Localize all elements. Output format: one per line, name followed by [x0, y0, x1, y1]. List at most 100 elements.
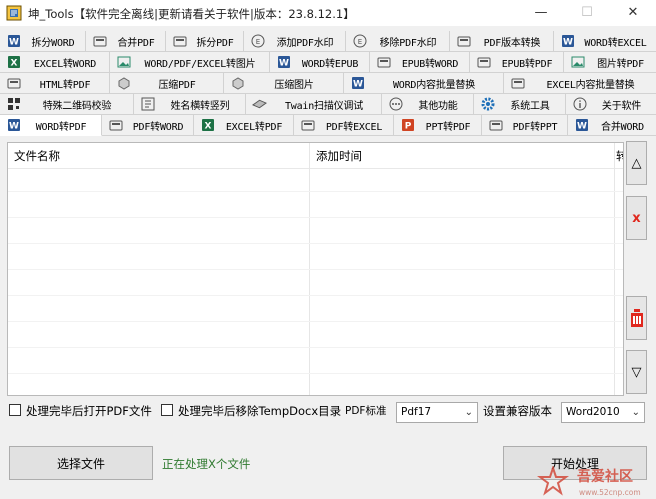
title-bar: 坤_Tools【软件完全离线|更新请看关于软件|版本：23.8.12.1】 — …	[0, 0, 656, 26]
tab-label: EPUB转WORD	[401, 58, 459, 70]
move-down-button[interactable]: ▽	[626, 350, 647, 394]
tab-label: 拆分WORD	[31, 37, 75, 49]
move-up-button[interactable]: △	[626, 141, 647, 185]
pdf-icon	[300, 118, 315, 133]
chevron-down-icon: ⌄	[631, 407, 640, 418]
tab-qrcode-verify[interactable]: 特殊二维码校验	[0, 94, 134, 115]
tab-excel-to-word[interactable]: X EXCEL转WORD	[0, 52, 110, 73]
svg-text:W: W	[279, 59, 289, 69]
pdf-icon	[488, 118, 503, 133]
tab-word-batch-replace[interactable]: W WORD内容批量替换	[344, 73, 504, 94]
tab-to-image[interactable]: WORD/PDF/EXCEL转图片	[110, 52, 270, 73]
tab-split-word[interactable]: W 拆分WORD	[0, 31, 86, 52]
remove-button[interactable]: x	[626, 196, 647, 240]
tab-pdf-to-ppt[interactable]: PDF转PPT	[482, 115, 568, 136]
svg-text:P: P	[404, 122, 411, 132]
tab-word-to-pdf[interactable]: W WORD转PDF	[0, 115, 102, 136]
column-header-status[interactable]: 转	[614, 143, 623, 169]
svg-text:W: W	[353, 80, 363, 90]
tab-split-pdf[interactable]: 拆分PDF	[166, 31, 244, 52]
tab-epub-to-word[interactable]: EPUB转WORD	[370, 52, 470, 73]
tab-label: 其他功能	[418, 100, 458, 112]
word-icon: W	[350, 76, 365, 91]
tab-compress-pdf[interactable]: 压缩PDF	[110, 73, 224, 94]
maximize-button[interactable]: ☐	[564, 0, 610, 26]
tab-about[interactable]: 关于软件	[566, 94, 656, 115]
column-header-added-time[interactable]: 添加时间	[310, 143, 614, 169]
tab-label: 压缩图片	[274, 79, 314, 91]
tab-word-to-epub[interactable]: W WORD转EPUB	[270, 52, 370, 73]
tab-pdf-to-word[interactable]: PDF转WORD	[102, 115, 194, 136]
tab-add-pdf-watermark[interactable]: E 添加PDF水印	[244, 31, 346, 52]
info-icon	[572, 97, 587, 112]
pdf-icon	[510, 76, 525, 91]
tab-label: PPT转PDF	[425, 121, 471, 133]
svg-text:X: X	[204, 122, 211, 132]
compress-icon	[116, 76, 131, 91]
tab-label: 合并PDF	[117, 37, 155, 49]
chevron-down-icon: ⌄	[464, 407, 473, 418]
close-button[interactable]: ✕	[610, 0, 656, 26]
tab-label: Twain扫描仪调试	[284, 100, 364, 112]
watermark-url: www.52cnp.com	[579, 488, 641, 497]
pdf-icon	[376, 55, 391, 70]
pdf-standard-select[interactable]: Pdf17 ⌄	[396, 402, 478, 423]
minimize-button[interactable]: —	[518, 0, 564, 26]
column-header-filename[interactable]: 文件名称	[8, 143, 310, 169]
word-icon: W	[574, 118, 589, 133]
clear-list-button[interactable]	[626, 296, 647, 340]
file-list[interactable]: 文件名称 添加时间 转	[7, 142, 624, 396]
compat-version-select[interactable]: Word2010 ⌄	[561, 402, 645, 423]
compat-version-label: 设置兼容版本	[483, 404, 552, 418]
pdf-icon	[476, 55, 491, 70]
svg-text:W: W	[577, 122, 587, 132]
tab-word-to-excel[interactable]: W WORD转EXCEL	[554, 31, 656, 52]
tab-label: PDF转EXCEL	[325, 121, 383, 133]
watermark-icon: E	[352, 34, 367, 49]
select-files-button[interactable]: 选择文件	[9, 446, 153, 480]
tab-epub-to-pdf[interactable]: EPUB转PDF	[470, 52, 564, 73]
tab-excel-batch-replace[interactable]: EXCEL内容批量替换	[504, 73, 656, 94]
pdf-standard-value: Pdf17	[401, 406, 432, 418]
tab-twain-scanner[interactable]: Twain扫描仪调试	[246, 94, 382, 115]
tab-compress-image[interactable]: 压缩图片	[224, 73, 344, 94]
tab-label: 移除PDF水印	[379, 37, 437, 49]
tab-merge-word[interactable]: W 合并WORD	[568, 115, 656, 136]
tab-label: WORD转EPUB	[301, 58, 359, 70]
svg-text:E: E	[357, 38, 361, 46]
name-icon	[140, 97, 155, 112]
svg-text:E: E	[255, 38, 259, 46]
word-icon: W	[276, 55, 291, 70]
tab-name-vertical[interactable]: 姓名横转竖列	[134, 94, 246, 115]
row-line	[8, 347, 623, 348]
pdf-icon	[108, 118, 123, 133]
tab-pdf-version[interactable]: PDF版本转换	[450, 31, 554, 52]
open-pdf-after-checkbox[interactable]	[9, 404, 21, 416]
tab-html-to-pdf[interactable]: HTML转PDF	[0, 73, 110, 94]
remove-tempdocx-checkbox[interactable]	[161, 404, 173, 416]
tab-ppt-to-pdf[interactable]: P PPT转PDF	[394, 115, 482, 136]
row-line	[8, 295, 623, 296]
tab-system-tools[interactable]: 系统工具	[474, 94, 566, 115]
tab-excel-to-pdf[interactable]: X EXCEL转PDF	[194, 115, 294, 136]
tab-label: EXCEL转WORD	[33, 58, 97, 70]
window-title: 坤_Tools【软件完全离线|更新请看关于软件|版本：23.8.12.1】	[28, 7, 355, 21]
tab-label: 添加PDF水印	[276, 37, 334, 49]
tab-remove-pdf-watermark[interactable]: E 移除PDF水印	[346, 31, 450, 52]
tab-other-functions[interactable]: 其他功能	[382, 94, 474, 115]
tab-label: 拆分PDF	[196, 37, 234, 49]
row-line	[8, 191, 623, 192]
row-line	[8, 321, 623, 322]
watermark-logo-icon	[537, 466, 569, 496]
tab-label: 姓名横转竖列	[170, 100, 230, 112]
tab-label: WORD转EXCEL	[584, 37, 647, 49]
tab-image-to-pdf[interactable]: 图片转PDF	[564, 52, 656, 73]
svg-text:W: W	[563, 38, 573, 48]
tab-label: 系统工具	[510, 100, 550, 112]
ppt-icon: P	[400, 118, 415, 133]
image-icon	[116, 55, 131, 70]
tab-label: PDF转PPT	[512, 121, 558, 133]
tab-pdf-to-excel[interactable]: PDF转EXCEL	[294, 115, 394, 136]
tab-merge-pdf[interactable]: 合并PDF	[86, 31, 166, 52]
compat-version-value: Word2010	[566, 406, 620, 418]
